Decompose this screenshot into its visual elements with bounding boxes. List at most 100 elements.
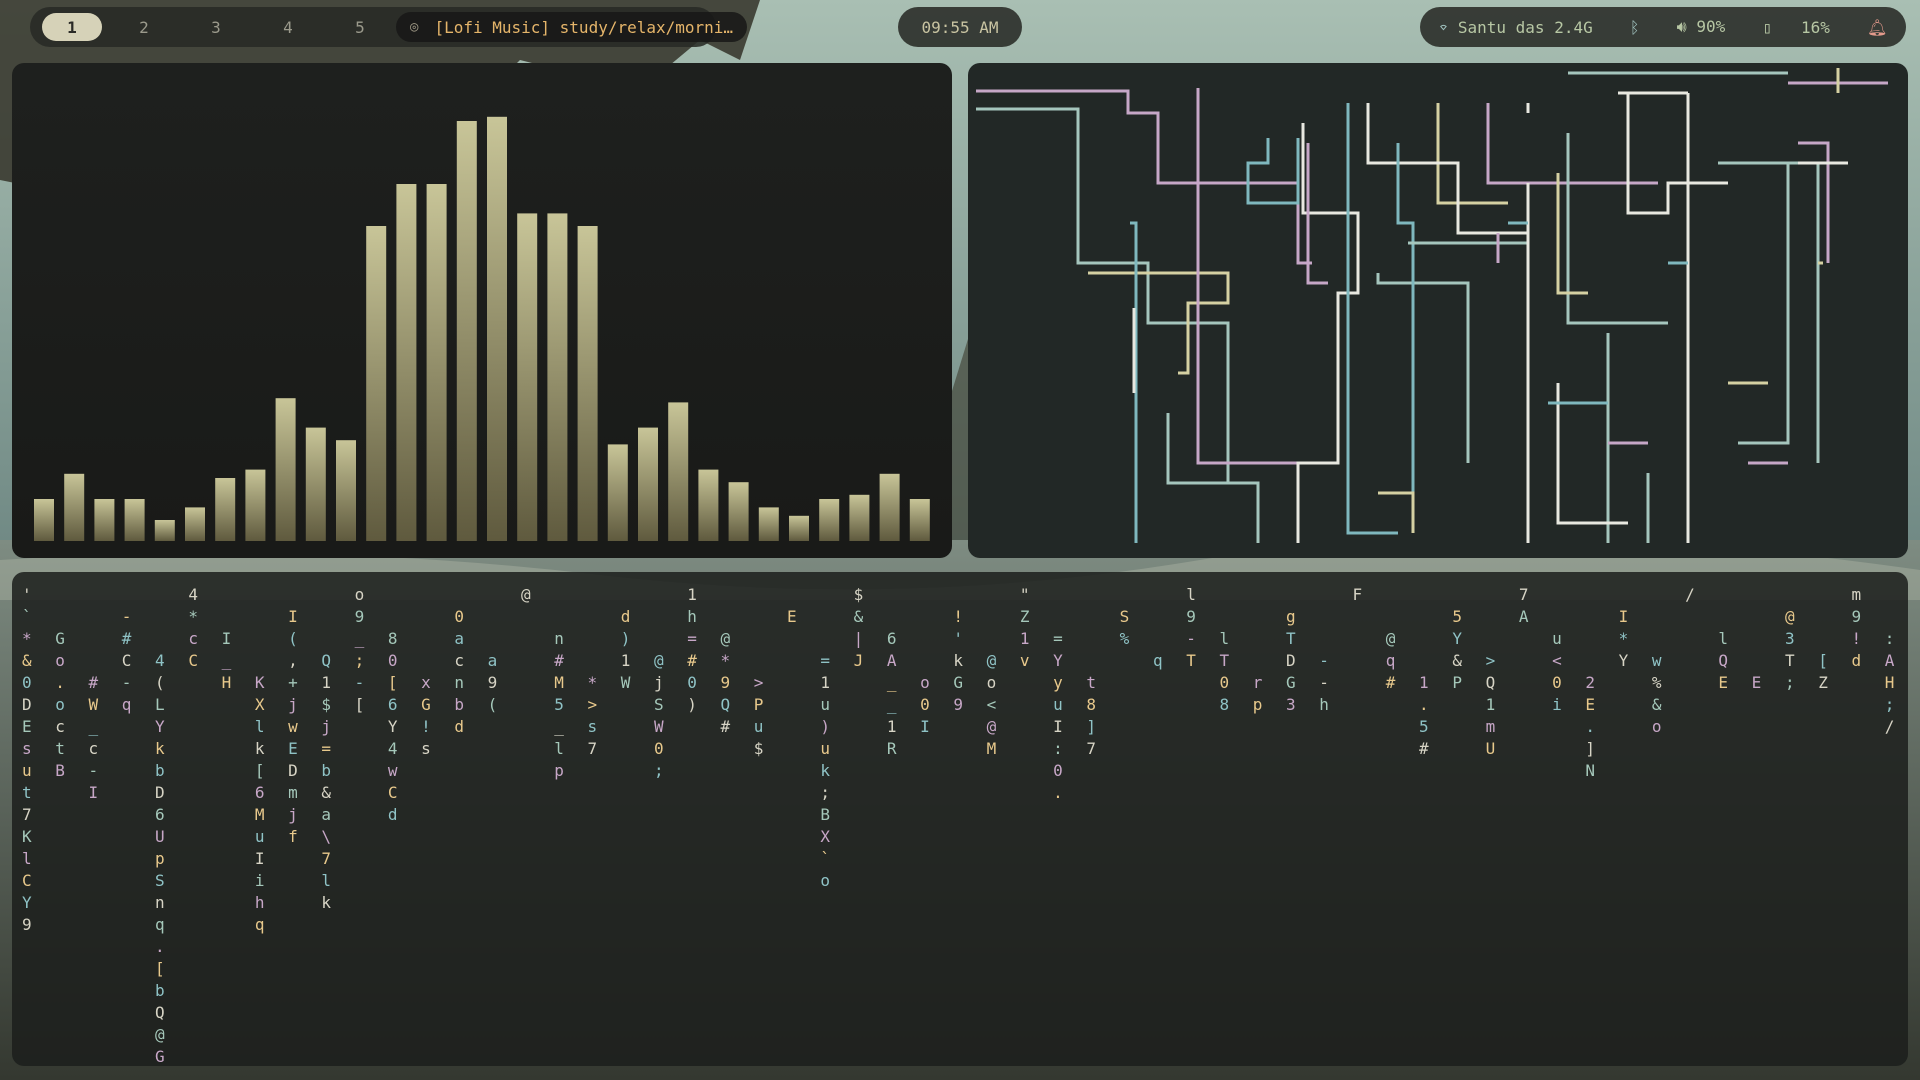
rain-glyph: :	[1053, 739, 1063, 758]
pipe-segment	[1396, 143, 1415, 533]
rain-glyph: H	[1885, 673, 1895, 692]
bell-icon[interactable]: 🔔︎	[1867, 18, 1887, 37]
rain-glyph: j	[288, 805, 298, 824]
rain-glyph: x	[421, 673, 431, 692]
rain-glyph: -	[1319, 651, 1329, 670]
rain-glyph: 1	[1419, 673, 1429, 692]
audio-visualizer-window[interactable]	[12, 63, 952, 558]
visualizer-bar	[487, 116, 507, 542]
pipe-segment	[976, 107, 1230, 483]
rain-glyph: u	[820, 739, 830, 758]
rain-glyph: w	[288, 717, 298, 736]
pipe-segment	[1728, 161, 1790, 445]
rain-glyph: *	[22, 629, 32, 648]
pipe-segment	[1366, 103, 1528, 235]
visualizer-bar	[34, 499, 54, 541]
visualizer-bar	[698, 469, 719, 541]
rain-glyph: k	[155, 739, 165, 758]
wifi-label: Santu das 2.4G	[1457, 17, 1593, 37]
rain-glyph: @	[155, 1025, 165, 1044]
workspace-button-4[interactable]: 4	[258, 13, 318, 41]
rain-glyph: n	[554, 629, 564, 648]
rain-glyph: 3	[1785, 629, 1795, 648]
rain-glyph: /	[1685, 585, 1695, 604]
pipe-segment	[1556, 173, 1588, 295]
workspace-button-5[interactable]: 5	[330, 13, 390, 41]
rain-glyph: H	[222, 673, 232, 692]
pipes-window[interactable]	[968, 63, 1908, 558]
rain-glyph: u	[820, 695, 830, 714]
workspace-button-2[interactable]: 2	[114, 13, 174, 41]
battery-widget[interactable]: ▯ 16%	[1762, 18, 1829, 37]
rain-glyph: @	[1386, 629, 1396, 648]
rain-glyph: T	[1186, 651, 1196, 670]
rain-glyph: Y	[1053, 651, 1063, 670]
rain-glyph: k	[820, 761, 830, 780]
rain-glyph: c	[55, 717, 65, 736]
rain-glyph: k	[321, 893, 331, 912]
rain-glyph: L	[155, 695, 165, 714]
rain-glyph: 1	[1486, 695, 1496, 714]
rain-glyph: &	[22, 651, 32, 670]
rain-glyph: i	[1552, 695, 1562, 714]
rain-glyph: u	[1552, 629, 1562, 648]
rain-glyph: *	[188, 607, 198, 626]
rain-glyph: v	[1020, 651, 1030, 670]
rain-glyph: M	[987, 739, 997, 758]
wifi-widget[interactable]: ⌔ Santu das 2.4G	[1439, 18, 1593, 37]
rain-glyph: l	[554, 739, 564, 758]
rain-glyph: ;	[654, 761, 664, 780]
rain-glyph: S	[654, 695, 664, 714]
bluetooth-icon[interactable]: ᛒ	[1630, 18, 1640, 37]
rain-glyph: Q	[721, 695, 731, 714]
volume-widget[interactable]: 🔊︎ 90%	[1677, 17, 1726, 37]
clock-widget[interactable]: 09:55 AM	[898, 7, 1022, 47]
rain-glyph: C	[22, 871, 32, 890]
rain-glyph: G	[421, 695, 431, 714]
rain-glyph: _	[887, 673, 897, 692]
rain-glyph: j	[321, 717, 331, 736]
workspace-button-3[interactable]: 3	[186, 13, 246, 41]
rain-glyph: 8	[1086, 695, 1096, 714]
rain-glyph: w	[1652, 651, 1662, 670]
rain-glyph: o	[55, 695, 65, 714]
rain-glyph: c	[89, 739, 99, 758]
rain-glyph: a	[321, 805, 331, 824]
rain-glyph: g	[1286, 607, 1296, 626]
rain-glyph: )	[820, 717, 830, 736]
rain-glyph: _	[89, 717, 99, 736]
visualizer-bar	[336, 440, 356, 541]
rain-glyph: ]	[1086, 717, 1096, 736]
rain-glyph: P	[754, 695, 764, 714]
rain-glyph: S	[1120, 607, 1130, 626]
pipe-segment	[1798, 141, 1830, 263]
rain-glyph: Q	[1486, 673, 1496, 692]
rain-glyph: n	[155, 893, 165, 912]
rain-glyph: o	[820, 871, 830, 890]
rain-glyph: q	[255, 915, 265, 934]
rain-glyph: [	[388, 673, 398, 692]
rain-glyph: K	[22, 827, 32, 846]
rain-glyph: %	[1120, 629, 1130, 648]
visualizer-bar	[305, 427, 326, 541]
rain-glyph: =	[687, 629, 697, 648]
matrix-rain-terminal[interactable]: ' ` * & 0 D Es u t 7 Kl C Y 9 Go. o c t B # W _ c - I - # C - q 4(L Yk b…	[12, 572, 1908, 1066]
rain-glyph: X	[820, 827, 830, 846]
rain-glyph: o	[355, 585, 365, 604]
rain-glyph: Y	[1452, 629, 1462, 648]
rain-glyph: l	[1219, 629, 1229, 648]
visualizer-bar	[607, 444, 628, 541]
rain-glyph: 5	[554, 695, 564, 714]
pipes-animation	[976, 68, 1888, 543]
rain-glyph: &	[1452, 651, 1462, 670]
workspace-button-1[interactable]: 1	[42, 13, 102, 41]
rain-glyph: s	[22, 739, 32, 758]
rain-glyph: _	[887, 695, 897, 714]
rain-glyph: Y	[155, 717, 165, 736]
rain-glyph: ;	[1885, 695, 1895, 714]
rain-glyph: I	[89, 783, 99, 802]
media-player-widget[interactable]: ◎ [Lofi Music] study/relax/morni…	[396, 12, 748, 42]
rain-glyph: 0	[388, 651, 398, 670]
rain-glyph: C	[122, 651, 132, 670]
pipe-segment	[1166, 413, 1260, 543]
